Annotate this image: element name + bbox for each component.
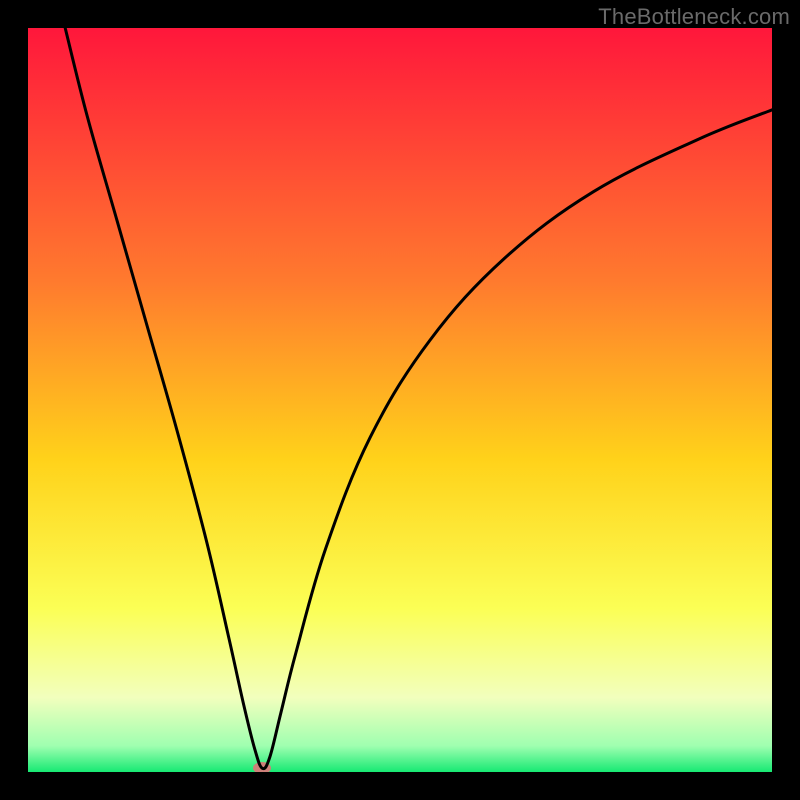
bottleneck-curve	[28, 28, 772, 772]
chart-frame: TheBottleneck.com	[0, 0, 800, 800]
plot-area	[28, 28, 772, 772]
watermark-text: TheBottleneck.com	[598, 4, 790, 30]
